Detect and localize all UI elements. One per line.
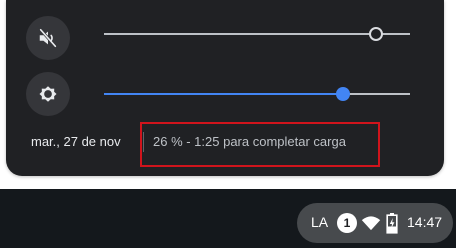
notification-count-badge: 1 <box>337 213 357 233</box>
quick-settings-panel: mar., 27 de nov 26 % - 1:25 para complet… <box>6 0 444 176</box>
battery-charging-icon <box>386 212 398 239</box>
mute-toggle-button[interactable] <box>26 16 70 60</box>
brightness-icon <box>37 83 59 105</box>
status-area-button[interactable]: LA 1 14:47 <box>297 203 453 243</box>
screen: mar., 27 de nov 26 % - 1:25 para complet… <box>0 0 456 248</box>
brightness-slider-thumb[interactable] <box>335 87 350 101</box>
brightness-button[interactable] <box>26 72 70 116</box>
date-label[interactable]: mar., 27 de nov <box>31 134 121 149</box>
shelf: LA 1 14:47 <box>0 189 456 248</box>
volume-slider-thumb[interactable] <box>369 27 384 41</box>
wifi-icon <box>361 214 381 237</box>
brightness-slider-fill <box>104 93 343 95</box>
brightness-slider[interactable] <box>104 86 410 102</box>
battery-status-highlight <box>140 122 380 167</box>
volume-slider-track <box>104 33 410 35</box>
volume-muted-icon <box>37 27 59 49</box>
clock-time: 14:47 <box>407 214 443 230</box>
volume-slider[interactable] <box>104 26 410 42</box>
input-method-indicator: LA <box>311 214 329 230</box>
